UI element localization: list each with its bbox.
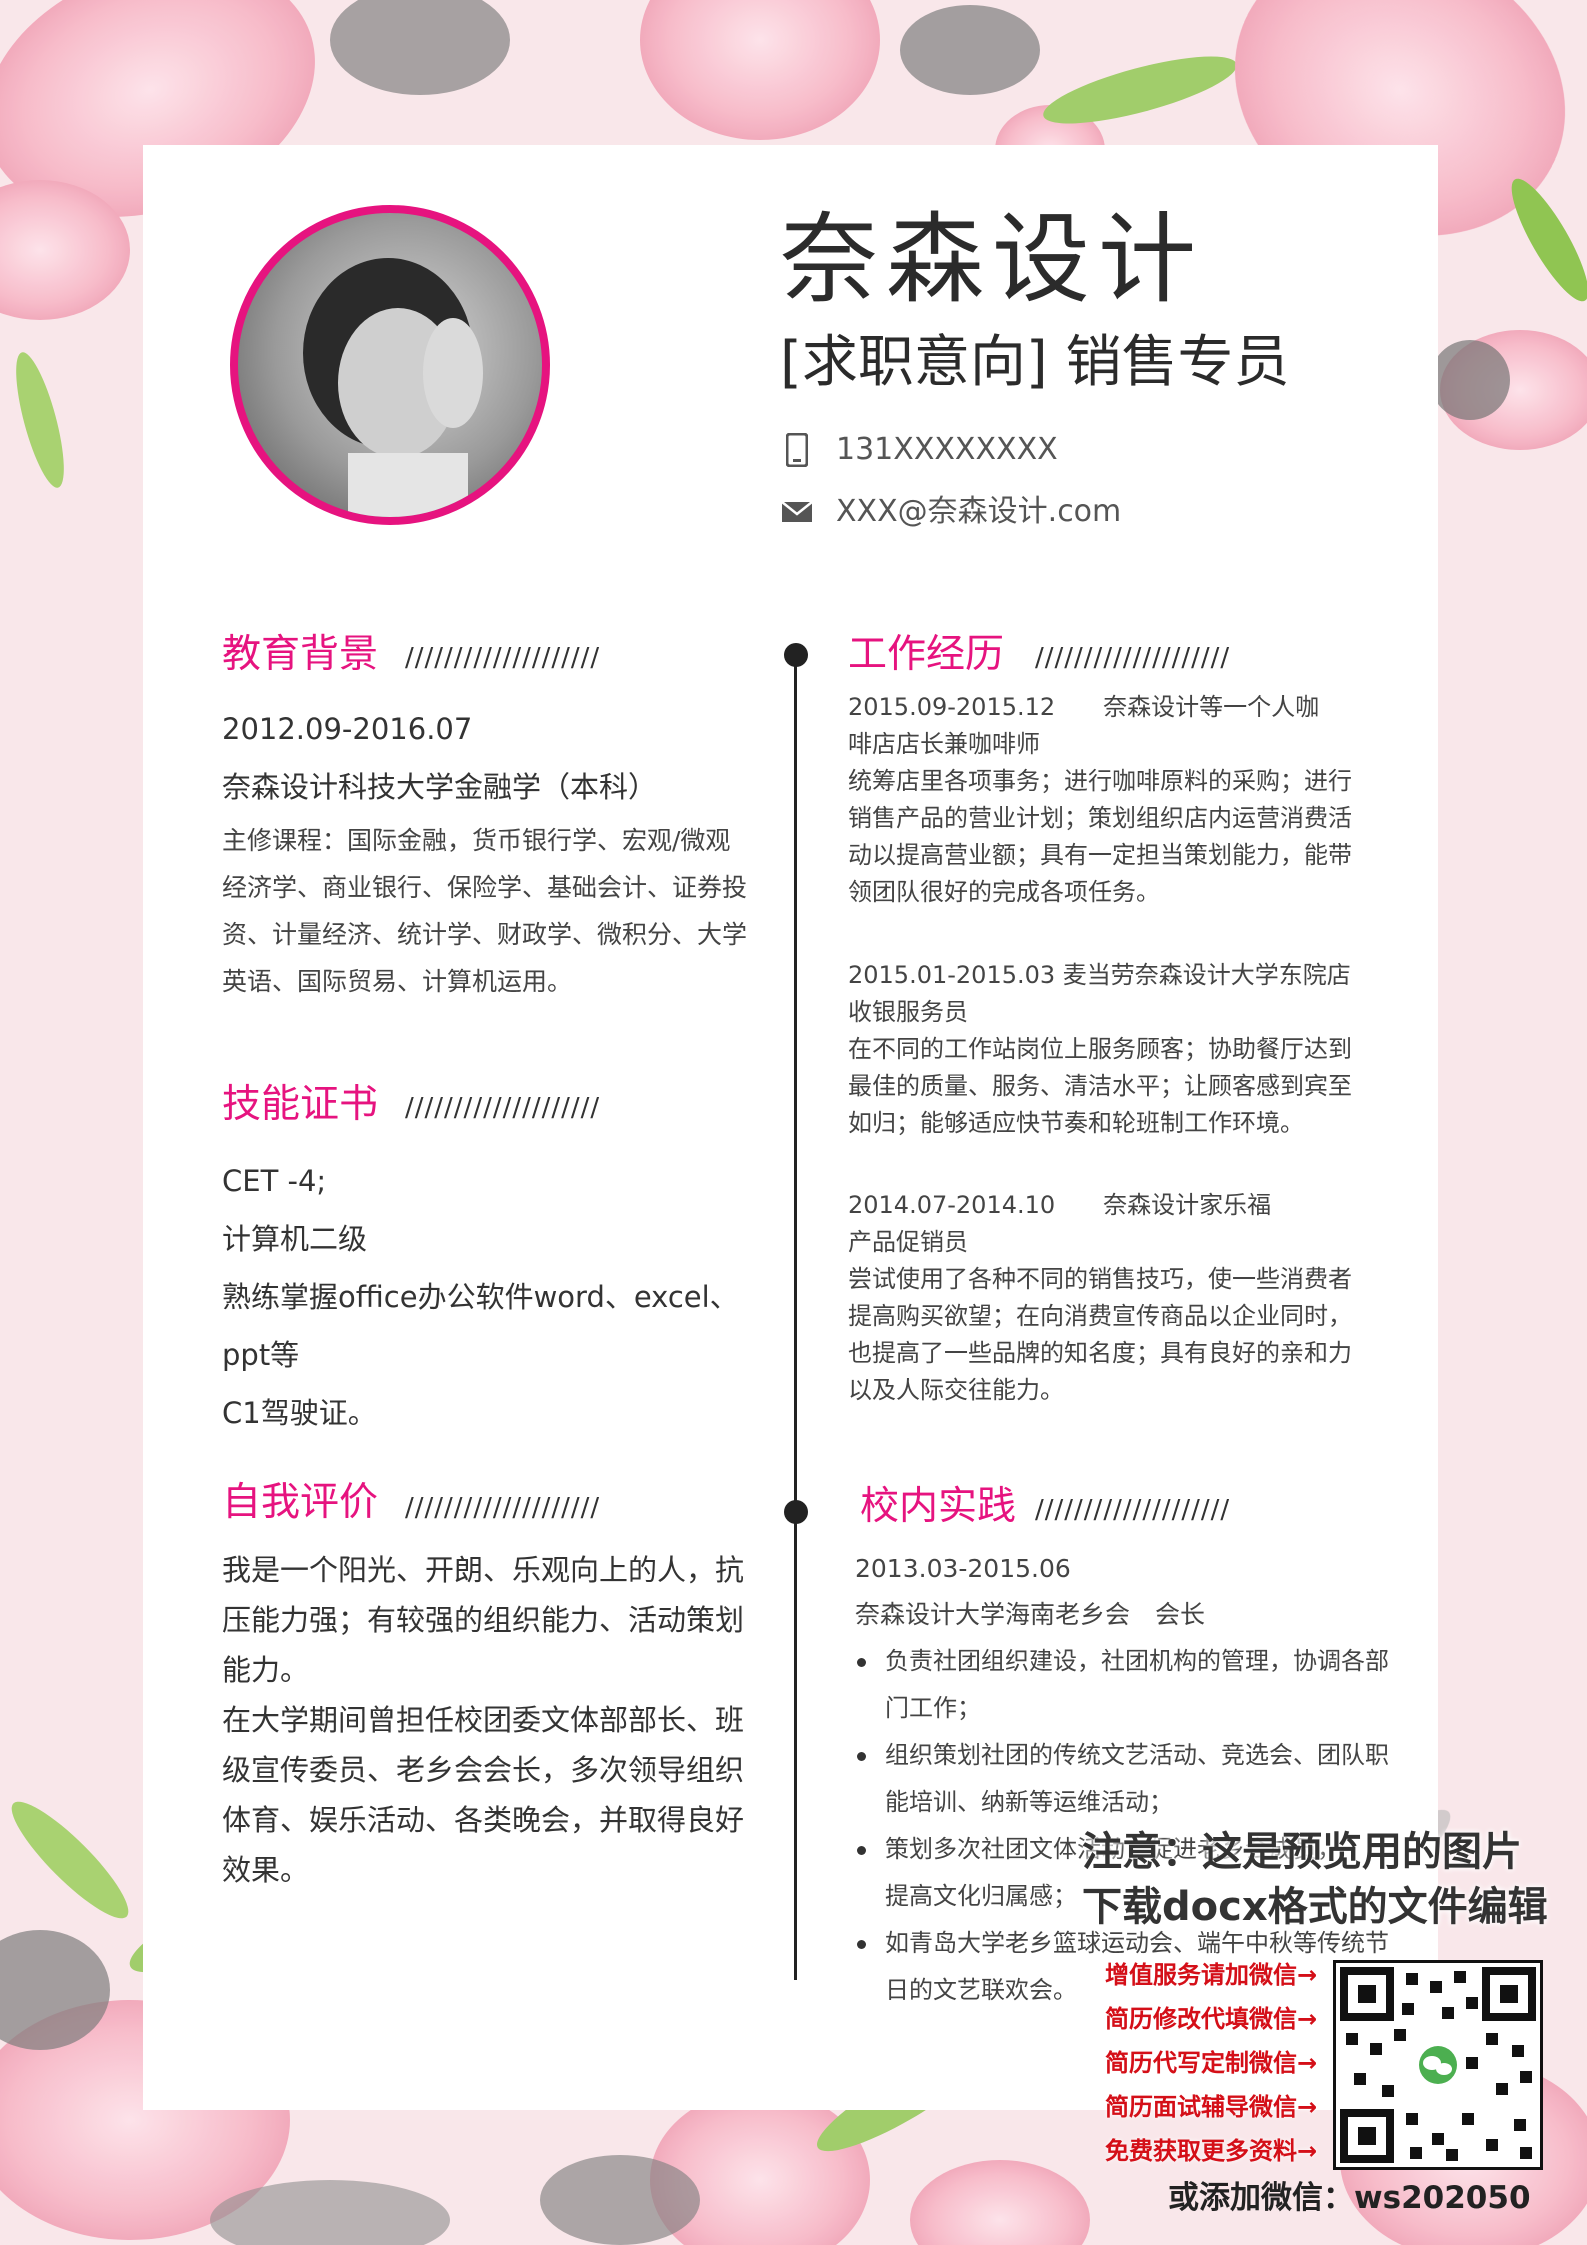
- courses-line: 经济学、商业银行、保险学、基础会计、证券投: [222, 873, 748, 902]
- job-line: 统筹店里各项事务；进行咖啡原料的采购；进行: [848, 767, 1352, 795]
- list-item: 组织策划社团的传统文艺活动、竞选会、团队职 能培训、纳新等运维活动；: [855, 1732, 1405, 1826]
- divider-slashes: ////////////////////: [405, 1493, 601, 1523]
- education-period: 2012.09-2016.07: [222, 712, 473, 746]
- section-title-education: 教育背景: [222, 632, 379, 677]
- self-evaluation-line: 效果。: [222, 1853, 310, 1887]
- job-line: 以及人际交往能力。: [848, 1376, 1064, 1404]
- job-line: 提高购买欲望；在向消费宣传商品以企业同时，: [848, 1302, 1352, 1330]
- self-evaluation-line: 在大学期间曾担任校团委文体部部长、班: [222, 1703, 745, 1737]
- self-evaluation-line: 体育、娱乐活动、各类晚会，并取得良好: [222, 1803, 745, 1837]
- courses-line: 资、计量经济、统计学、财政学、微积分、大学: [222, 920, 748, 949]
- job-line: 啡店店长兼咖啡师: [848, 730, 1040, 758]
- email-row: XXX@奈森设计.com: [780, 492, 1121, 532]
- job-line: 如归；能够适应快节奏和轮班制工作环境。: [848, 1109, 1304, 1137]
- self-evaluation-line: 我是一个阳光、开朗、乐观向上的人，抗: [222, 1553, 745, 1587]
- self-evaluation-line: 压能力强；有较强的组织能力、活动策划: [222, 1603, 745, 1637]
- phone-number: 131XXXXXXXX: [836, 432, 1058, 467]
- section-title-work: 工作经历: [848, 632, 1005, 677]
- divider-slashes: ////////////////////: [405, 643, 601, 673]
- job-line: 在不同的工作站岗位上服务顾客；协助餐厅达到: [848, 1035, 1352, 1063]
- wechat-icon: [1419, 2046, 1457, 2084]
- job-line: 2015.01-2015.03 麦当劳奈森设计大学东院店: [848, 961, 1351, 989]
- divider-slashes: ////////////////////: [1035, 1495, 1231, 1525]
- self-evaluation-line: 级宣传委员、老乡会会长，多次领导组织: [222, 1753, 745, 1787]
- divider-slashes: ////////////////////: [1035, 643, 1231, 673]
- candidate-name: 奈森设计: [780, 203, 1205, 317]
- list-item: 负责社团组织建设，社团机构的管理，协调各部 门工作；: [855, 1638, 1405, 1732]
- portrait-image: [303, 258, 483, 517]
- timeline-line: [794, 650, 797, 1980]
- preview-notice: 注意：这是预览用的图片 下载docx格式的文件编辑: [1082, 1829, 1548, 1930]
- service-link[interactable]: 简历修改代填微信→: [1105, 1997, 1317, 2041]
- job-line: 尝试使用了各种不同的销售技巧，使一些消费者: [848, 1265, 1352, 1293]
- phone-icon: [780, 433, 814, 467]
- mail-icon: [780, 501, 814, 523]
- profile-photo: [230, 205, 550, 525]
- self-evaluation-line: 能力。: [222, 1653, 310, 1687]
- job-line: 领团队很好的完成各项任务。: [848, 878, 1160, 906]
- job-intent: [求职意向] 销售专员: [780, 330, 1290, 395]
- job-line: 产品促销员: [848, 1228, 968, 1256]
- service-link[interactable]: 增值服务请加微信→: [1105, 1953, 1317, 1997]
- skill-item: 计算机二级: [222, 1222, 368, 1256]
- section-title-self-evaluation: 自我评价: [222, 1480, 379, 1525]
- job-line: 收银服务员: [848, 998, 968, 1026]
- divider-slashes: ////////////////////: [405, 1093, 601, 1123]
- job-line: 2014.07-2014.10 奈森设计家乐福: [848, 1191, 1272, 1219]
- job-line: 2015.09-2015.12 奈森设计等一个人咖: [848, 693, 1320, 721]
- job-line: 也提高了一些品牌的知名度；具有良好的亲和力: [848, 1339, 1352, 1367]
- email-address: XXX@奈森设计.com: [836, 494, 1122, 529]
- section-title-campus: 校内实践: [860, 1484, 1017, 1529]
- timeline-dot: [784, 643, 808, 667]
- skill-item: 熟练掌握office办公软件word、excel、: [222, 1280, 739, 1314]
- skill-item: CET -4;: [222, 1164, 327, 1198]
- service-link[interactable]: 免费获取更多资料→: [1105, 2129, 1317, 2173]
- section-title-skills: 技能证书: [222, 1082, 379, 1127]
- job-line: 销售产品的营业计划；策划组织店内运营消费活: [848, 804, 1352, 832]
- education-school: 奈森设计科技大学金融学（本科）: [222, 770, 658, 804]
- skill-item: C1驾驶证。: [222, 1396, 377, 1430]
- service-links: 增值服务请加微信→ 简历修改代填微信→ 简历代写定制微信→ 简历面试辅导微信→ …: [1105, 1953, 1317, 2173]
- qr-pattern: [1340, 1967, 1536, 2163]
- campus-organization: 奈森设计大学海南老乡会 会长: [855, 1600, 1206, 1629]
- phone-row: 131XXXXXXXX: [780, 430, 1058, 470]
- job-line: 最佳的质量、服务、清洁水平；让顾客感到宾至: [848, 1072, 1352, 1100]
- courses-line: 英语、国际贸易、计算机运用。: [222, 967, 573, 996]
- qr-code[interactable]: [1333, 1960, 1543, 2170]
- job-line: 动以提高营业额；具有一定担当策划能力，能带: [848, 841, 1352, 869]
- timeline-dot: [784, 1500, 808, 1524]
- campus-period: 2013.03-2015.06: [855, 1554, 1071, 1583]
- courses-line: 主修课程：国际金融，货币银行学、宏观/微观: [222, 826, 731, 855]
- service-link[interactable]: 简历代写定制微信→: [1105, 2041, 1317, 2085]
- service-link[interactable]: 简历面试辅导微信→: [1105, 2085, 1317, 2129]
- skill-item: ppt等: [222, 1338, 300, 1372]
- wechat-id: 或添加微信：ws202050: [1168, 2180, 1531, 2216]
